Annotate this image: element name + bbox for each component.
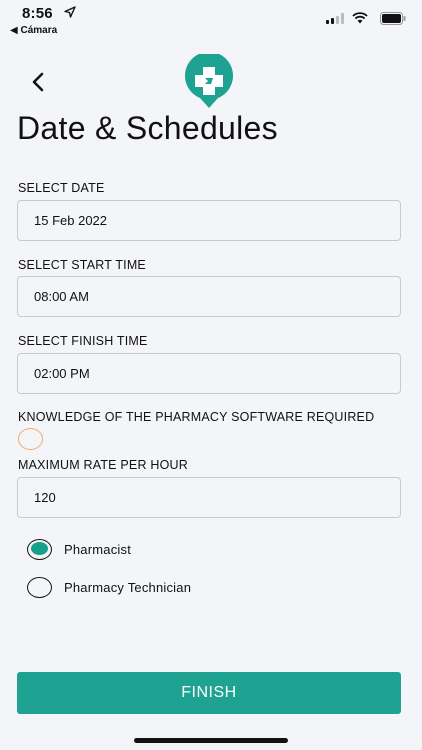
- page-title: Date & Schedules: [17, 110, 278, 146]
- status-bar: 8:56 ◀ Cámara: [0, 0, 422, 40]
- max-rate-field[interactable]: 120: [17, 477, 401, 518]
- radio-option-pharmacist[interactable]: Pharmacist: [27, 536, 131, 562]
- finish-time-label: SELECT FINISH TIME: [18, 334, 148, 348]
- start-time-label: SELECT START TIME: [18, 258, 146, 272]
- status-time: 8:56: [22, 5, 53, 22]
- radio-label-pharmacist: Pharmacist: [64, 541, 132, 557]
- back-chevron-icon[interactable]: [28, 70, 50, 94]
- wifi-icon: [352, 12, 368, 24]
- radio-option-pharmacy-technician[interactable]: Pharmacy Technician: [27, 574, 191, 600]
- location-arrow-icon: [64, 6, 76, 18]
- finish-button[interactable]: FINISH: [17, 672, 401, 714]
- select-date-label: SELECT DATE: [18, 181, 105, 195]
- finish-time-field[interactable]: 02:00 PM: [17, 353, 401, 394]
- software-knowledge-checkbox[interactable]: [18, 428, 43, 450]
- radio-button-pharmacy-technician[interactable]: [27, 576, 52, 598]
- date-field[interactable]: 15 Feb 2022: [17, 200, 401, 241]
- back-to-app-link[interactable]: ◀ Cámara: [10, 25, 57, 36]
- radio-button-pharmacist[interactable]: [27, 538, 52, 560]
- cellular-signal-icon: [326, 13, 344, 24]
- home-indicator[interactable]: [134, 738, 288, 743]
- radio-label-pharmacy-technician: Pharmacy Technician: [64, 579, 192, 595]
- start-time-field[interactable]: 08:00 AM: [17, 276, 401, 317]
- software-knowledge-label: KNOWLEDGE OF THE PHARMACY SOFTWARE REQUI…: [18, 410, 375, 424]
- battery-icon: [380, 12, 406, 25]
- max-rate-label: MAXIMUM RATE PER HOUR: [18, 458, 188, 472]
- pharmacy-logo-icon: [185, 54, 233, 108]
